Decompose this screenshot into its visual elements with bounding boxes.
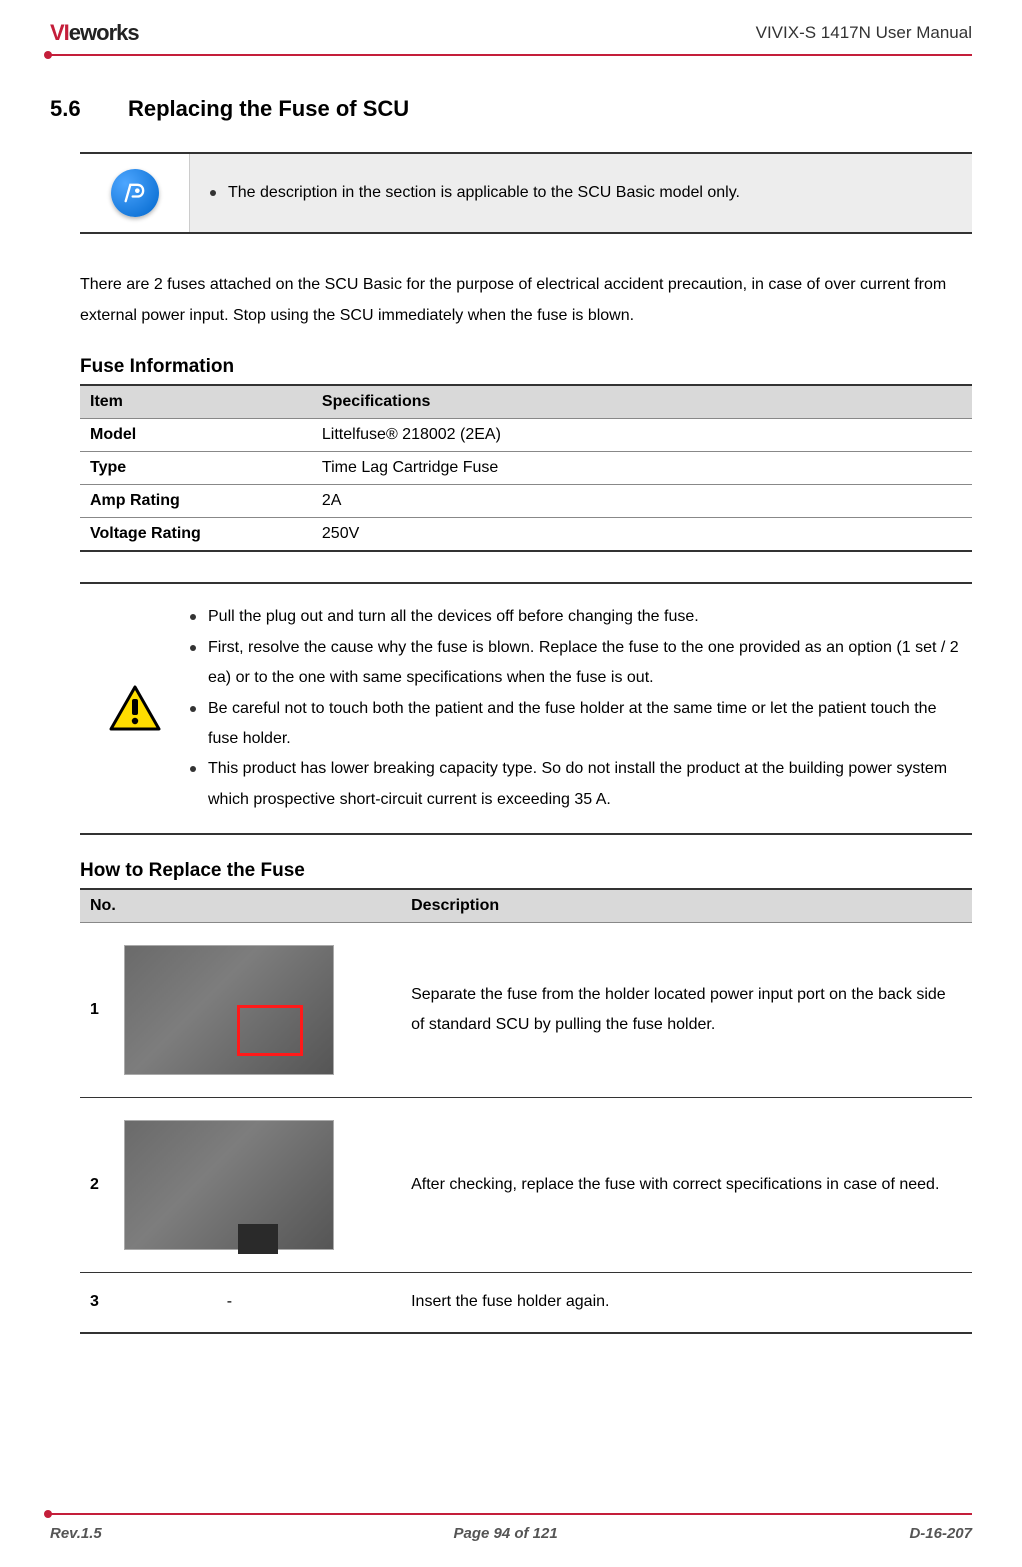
note-text: The description in the section is applic…: [210, 178, 952, 208]
step-description: After checking, replace the fuse with co…: [401, 1098, 972, 1273]
step-photo-icon: [124, 1120, 334, 1250]
footer-rev: Rev.1.5: [50, 1525, 102, 1542]
cell-spec: 2A: [312, 485, 972, 518]
footer-docnum: D-16-207: [909, 1525, 972, 1542]
note-callout: The description in the section is applic…: [80, 152, 972, 234]
warning-item: Pull the plug out and turn all the devic…: [190, 602, 962, 632]
howto-table: No. Description 1 Separate the fuse from…: [80, 888, 972, 1333]
col-no: No.: [80, 889, 401, 923]
logo: VIeworks: [50, 20, 139, 46]
warning-item: Be careful not to touch both the patient…: [190, 694, 962, 755]
cell-spec: Time Lag Cartridge Fuse: [312, 452, 972, 485]
cell-spec: Littelfuse® 218002 (2EA): [312, 419, 972, 452]
howto-heading: How to Replace the Fuse: [80, 860, 972, 882]
info-icon: [111, 169, 159, 217]
col-spec: Specifications: [312, 385, 972, 419]
document-title: VIVIX-S 1417N User Manual: [756, 23, 972, 43]
table-row: Amp Rating 2A: [80, 485, 972, 518]
fuse-info-table: Item Specifications Model Littelfuse® 21…: [80, 384, 972, 552]
table-row: Type Time Lag Cartridge Fuse: [80, 452, 972, 485]
step-number: 1: [90, 1001, 120, 1019]
intro-paragraph: There are 2 fuses attached on the SCU Ba…: [80, 269, 972, 331]
col-item: Item: [80, 385, 312, 419]
cell-item: Voltage Rating: [80, 518, 312, 552]
table-row: 3 - Insert the fuse holder again.: [80, 1273, 972, 1333]
cell-item: Type: [80, 452, 312, 485]
warning-icon-cell: [80, 584, 190, 833]
step-number: 3: [90, 1293, 120, 1311]
warning-icon: [109, 683, 161, 735]
section-title: Replacing the Fuse of SCU: [128, 96, 409, 122]
section-number: 5.6: [50, 96, 100, 122]
step-description: Separate the fuse from the holder locate…: [401, 923, 972, 1098]
fuse-info-heading: Fuse Information: [80, 356, 972, 378]
cell-item: Amp Rating: [80, 485, 312, 518]
logo-accent: VI: [50, 20, 69, 45]
step-no-image: -: [124, 1293, 334, 1311]
cell-spec: 250V: [312, 518, 972, 552]
warning-item: First, resolve the cause why the fuse is…: [190, 633, 962, 694]
table-row: Model Littelfuse® 218002 (2EA): [80, 419, 972, 452]
section-heading: 5.6 Replacing the Fuse of SCU: [50, 96, 972, 122]
step-photo-icon: [124, 945, 334, 1075]
cell-item: Model: [80, 419, 312, 452]
warning-item: This product has lower breaking capacity…: [190, 754, 962, 815]
footer-page: Page 94 of 121: [453, 1525, 557, 1542]
table-row: Voltage Rating 250V: [80, 518, 972, 552]
step-description: Insert the fuse holder again.: [401, 1273, 972, 1333]
note-icon-cell: [80, 154, 190, 232]
col-desc: Description: [401, 889, 972, 923]
table-row: 1 Separate the fuse from the holder loca…: [80, 923, 972, 1098]
step-number: 2: [90, 1176, 120, 1194]
page-footer: Rev.1.5 Page 94 of 121 D-16-207: [50, 1513, 972, 1542]
table-row: 2 After checking, replace the fuse with …: [80, 1098, 972, 1273]
warning-callout: Pull the plug out and turn all the devic…: [80, 582, 972, 835]
logo-rest: eworks: [69, 20, 139, 45]
page-header: VIeworks VIVIX-S 1417N User Manual: [50, 20, 972, 56]
